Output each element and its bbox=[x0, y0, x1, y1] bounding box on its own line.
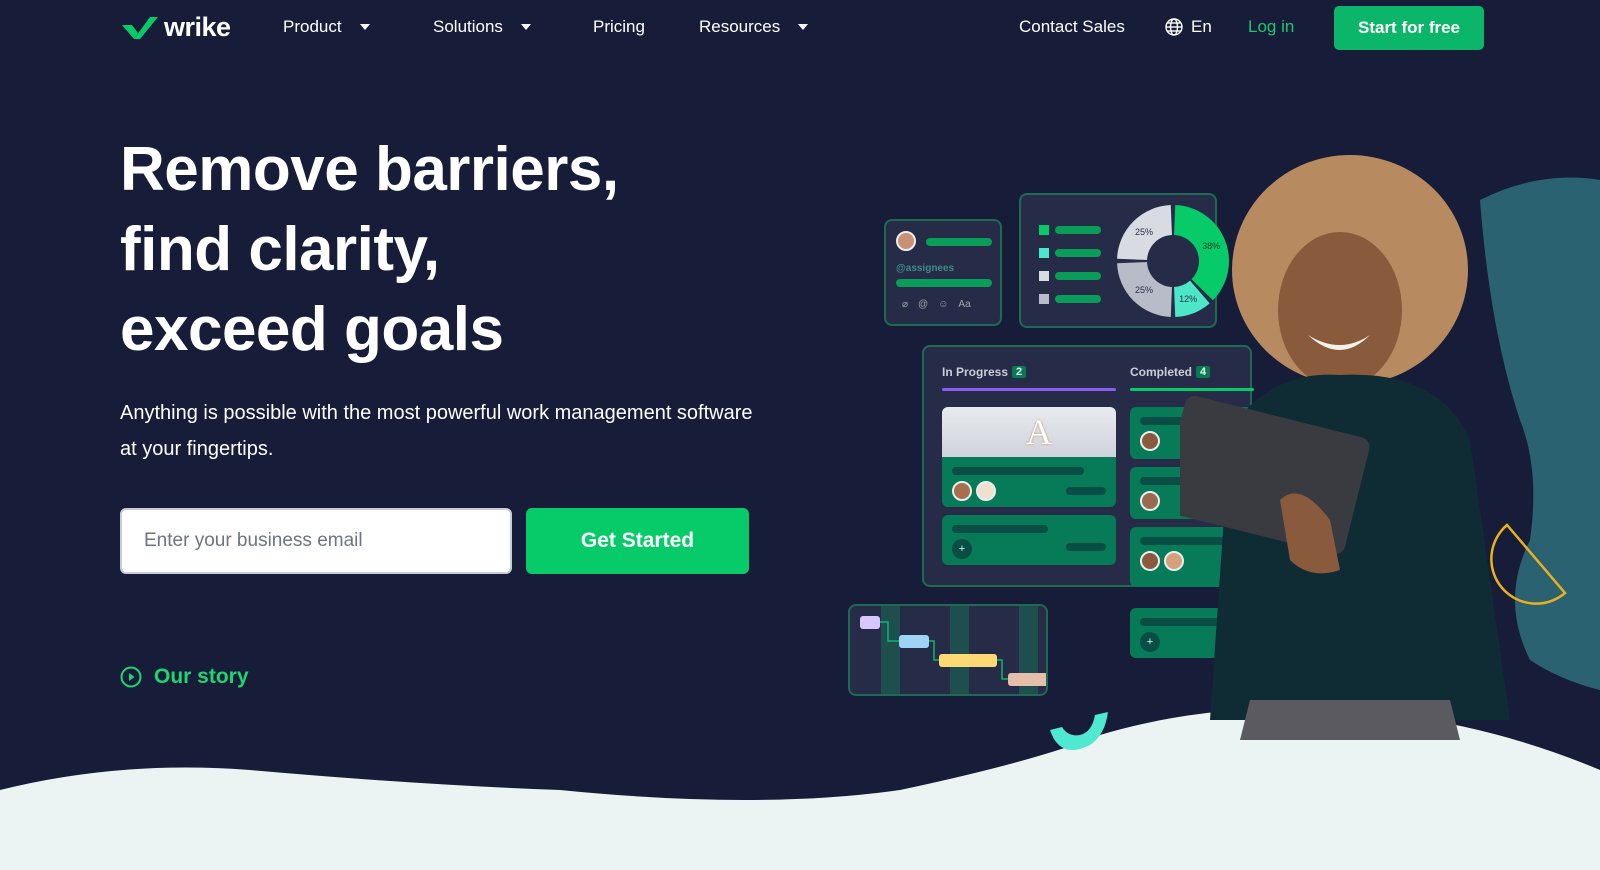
text-format-icon: Aa bbox=[958, 299, 971, 310]
top-navigation: wrike Product Solutions Pricing Resource… bbox=[0, 0, 1600, 56]
placeholder-bar bbox=[926, 238, 992, 246]
caret-down-icon bbox=[798, 24, 809, 30]
placeholder-bar bbox=[1055, 226, 1101, 234]
donut-label: 25% bbox=[1135, 285, 1153, 295]
nav-pricing[interactable]: Pricing bbox=[593, 17, 645, 37]
at-icon: @ bbox=[918, 299, 929, 310]
placeholder-bar bbox=[1055, 249, 1101, 257]
caret-down-icon bbox=[520, 24, 531, 30]
paperclip-icon: ⌀ bbox=[902, 299, 909, 310]
kanban-card: + bbox=[942, 515, 1116, 565]
nav-resources[interactable]: Resources bbox=[699, 17, 809, 37]
kanban-column-header: In Progress 2 bbox=[942, 365, 1027, 379]
wrike-logo[interactable]: wrike bbox=[120, 12, 231, 43]
contact-sales-link[interactable]: Contact Sales bbox=[1019, 17, 1125, 37]
avatar bbox=[1140, 431, 1160, 451]
column-underline bbox=[942, 388, 1116, 391]
placeholder-bar bbox=[952, 525, 1048, 533]
column-count: 2 bbox=[1012, 366, 1027, 378]
placeholder-bar bbox=[1055, 272, 1101, 280]
placeholder-bar bbox=[1066, 543, 1106, 551]
business-email-input[interactable] bbox=[120, 508, 512, 574]
contact-sales-label: Contact Sales bbox=[1019, 17, 1125, 36]
teal-arc-shape bbox=[1050, 712, 1108, 750]
legend-swatch bbox=[1039, 271, 1049, 281]
hero-headline: Remove barriers, find clarity, exceed go… bbox=[120, 130, 619, 370]
add-person-icon: + bbox=[952, 539, 972, 559]
logo-text: wrike bbox=[164, 12, 231, 42]
avatar bbox=[1140, 491, 1160, 511]
language-label: En bbox=[1191, 17, 1212, 36]
avatar bbox=[952, 481, 972, 501]
nav-label: Solutions bbox=[433, 17, 503, 36]
hero-subtitle: Anything is possible with the most power… bbox=[120, 402, 753, 460]
language-selector[interactable]: En bbox=[1165, 17, 1212, 37]
comment-card: @assignees ⌀ @ ☺ Aa bbox=[884, 219, 1002, 326]
headline-line: Remove barriers, bbox=[120, 135, 619, 204]
emoji-icon: ☺ bbox=[938, 299, 949, 310]
headline-line: exceed goals bbox=[120, 295, 504, 364]
add-person-icon: + bbox=[1140, 632, 1160, 652]
face bbox=[1278, 232, 1402, 388]
kanban-card: A bbox=[942, 407, 1116, 507]
start-for-free-button[interactable]: Start for free bbox=[1334, 6, 1484, 50]
gantt-card bbox=[848, 604, 1048, 696]
avatar bbox=[896, 231, 916, 251]
nav-label: Resources bbox=[699, 17, 781, 36]
login-label: Log in bbox=[1248, 17, 1295, 36]
nav-solutions[interactable]: Solutions bbox=[433, 17, 531, 37]
placeholder-bar bbox=[1066, 487, 1106, 495]
column-title: In Progress bbox=[942, 365, 1009, 379]
caret-down-icon bbox=[359, 24, 370, 30]
placeholder-bar bbox=[896, 279, 992, 287]
nav-label: Product bbox=[283, 17, 342, 36]
gantt-dependency-lines bbox=[880, 621, 1008, 680]
card-image-letter: A bbox=[1026, 412, 1052, 452]
checkmark-logo-icon bbox=[122, 16, 158, 39]
person-photo bbox=[1180, 155, 1510, 740]
play-circle-icon bbox=[120, 666, 142, 688]
globe-icon bbox=[1165, 18, 1183, 36]
skirt bbox=[1240, 700, 1460, 740]
our-story-link[interactable]: Our story bbox=[120, 665, 249, 689]
nav-label: Pricing bbox=[593, 17, 645, 36]
legend-swatch bbox=[1039, 248, 1049, 258]
mention-text: @assignees bbox=[896, 263, 955, 274]
donut-label: 25% bbox=[1135, 227, 1153, 237]
legend-swatch bbox=[1039, 294, 1049, 304]
placeholder-bar bbox=[1055, 295, 1101, 303]
avatar bbox=[976, 481, 996, 501]
our-story-label: Our story bbox=[154, 665, 249, 688]
legend-swatch bbox=[1039, 225, 1049, 235]
login-link[interactable]: Log in bbox=[1248, 17, 1294, 37]
card-image: A bbox=[942, 407, 1116, 457]
comment-toolbar: ⌀ @ ☺ Aa bbox=[902, 299, 971, 310]
avatar bbox=[1140, 551, 1160, 571]
headline-line: find clarity, bbox=[120, 215, 440, 284]
placeholder-bar bbox=[952, 467, 1084, 475]
get-started-button[interactable]: Get Started bbox=[526, 508, 749, 574]
nav-product[interactable]: Product bbox=[283, 17, 370, 37]
